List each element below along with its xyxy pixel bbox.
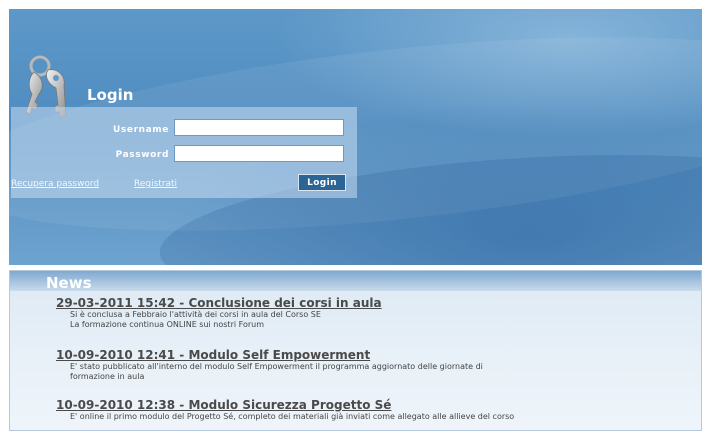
news-headline-link[interactable]: 29-03-2011 15:42 - Conclusione dei corsi… (56, 296, 696, 310)
news-text: La formazione continua ONLINE sui nostri… (70, 320, 264, 329)
news-headline-link[interactable]: 10-09-2010 12:38 - Modulo Sicurezza Prog… (56, 398, 696, 412)
news-text: formazione in aula (70, 372, 145, 381)
news-panel: News 29-03-2011 15:42 - Conclusione dei … (9, 270, 702, 431)
news-title: News (46, 274, 92, 292)
login-button[interactable]: Login (298, 174, 346, 191)
news-headline-link[interactable]: 10-09-2010 12:41 - Modulo Self Empowerme… (56, 348, 696, 362)
news-header: News (10, 271, 701, 292)
news-item: 10-09-2010 12:41 - Modulo Self Empowerme… (56, 348, 696, 382)
register-link[interactable]: Registrati (134, 179, 177, 189)
login-title: Login (87, 86, 134, 104)
recover-password-link[interactable]: Recupera password (11, 179, 99, 189)
username-label: Username (113, 125, 169, 135)
password-label: Password (115, 150, 169, 160)
news-text: E' stato pubblicato all'interno del modu… (70, 362, 483, 371)
news-text: Si è conclusa a Febbraio l'attività dei … (70, 310, 321, 319)
news-item: 10-09-2010 12:38 - Modulo Sicurezza Prog… (56, 398, 696, 422)
news-text: E' online il primo modulo del Progetto S… (70, 412, 515, 421)
username-input[interactable] (174, 119, 344, 136)
password-input[interactable] (174, 145, 344, 162)
news-item: 29-03-2011 15:42 - Conclusione dei corsi… (56, 296, 696, 330)
